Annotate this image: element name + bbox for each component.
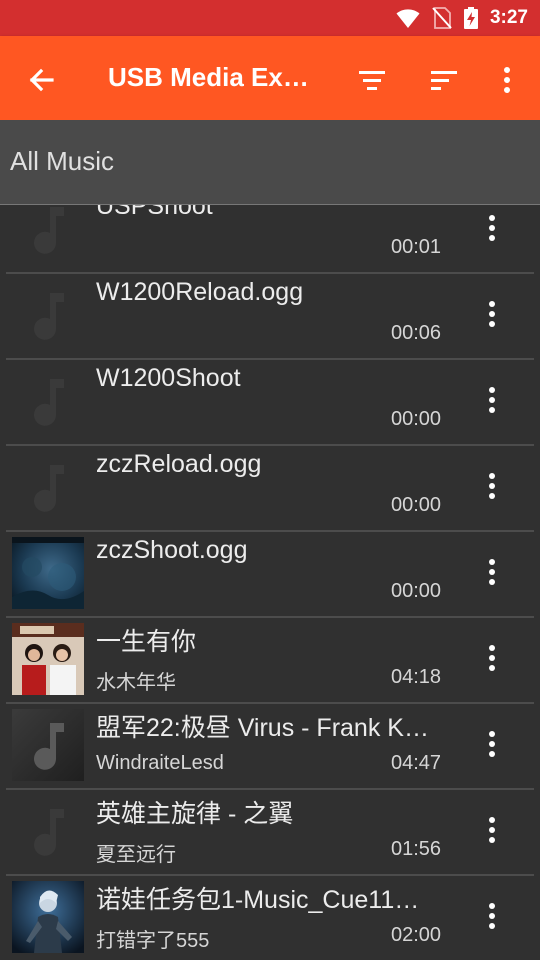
track-title: 一生有你 <box>96 628 197 656</box>
track-more-icon[interactable] <box>474 464 510 508</box>
section-title: All Music <box>10 146 115 176</box>
track-duration: 04:18 <box>391 666 442 688</box>
track-row[interactable]: W1200Reload.ogg 00:06 <box>6 272 534 360</box>
track-row[interactable]: zczShoot.ogg 00:00 <box>6 530 534 618</box>
track-row[interactable]: zczReload.ogg 00:00 <box>6 444 534 532</box>
section-header: All Music <box>0 120 540 205</box>
track-title: 英雄主旋律 - 之翼 <box>96 800 294 828</box>
track-more-icon[interactable] <box>474 894 510 938</box>
sort-icon[interactable] <box>424 60 464 100</box>
track-title: W1200Reload.ogg <box>96 278 304 306</box>
track-title: zczShoot.ogg <box>96 536 248 564</box>
track-more-icon[interactable] <box>474 378 510 422</box>
track-title: USPShoot <box>96 205 213 220</box>
track-artist: WindraiteLesd <box>96 752 224 774</box>
more-vert-icon[interactable] <box>487 60 527 100</box>
music-note-icon <box>12 205 84 265</box>
app-title: USB Media Ex… <box>108 62 309 92</box>
track-artist: 打错字了555 <box>96 930 210 952</box>
track-more-icon[interactable] <box>474 808 510 852</box>
track-duration: 02:00 <box>391 924 442 946</box>
track-title: zczReload.ogg <box>96 450 262 478</box>
track-more-icon[interactable] <box>474 292 510 336</box>
battery-charging-icon <box>463 7 478 29</box>
album-art <box>12 709 84 781</box>
track-list[interactable]: USPShoot 00:01 W1200Reload.ogg 00:06 W12… <box>0 205 540 960</box>
album-art <box>12 623 84 695</box>
track-title: W1200Shoot <box>96 364 241 392</box>
track-row[interactable]: USPShoot 00:01 <box>6 205 534 274</box>
music-note-icon <box>12 451 84 523</box>
track-row[interactable]: 盟军22:极昼 Virus - Frank K… WindraiteLesd 0… <box>6 702 534 790</box>
arrow-back-icon[interactable] <box>22 60 62 100</box>
music-note-icon <box>12 279 84 351</box>
track-more-icon[interactable] <box>474 550 510 594</box>
track-duration: 00:00 <box>391 580 442 602</box>
music-note-icon <box>12 365 84 437</box>
track-more-icon[interactable] <box>474 206 510 250</box>
track-duration: 04:47 <box>391 752 442 774</box>
wifi-icon <box>396 9 420 28</box>
track-artist: 夏至远行 <box>96 844 176 866</box>
no-sim-icon <box>432 7 452 29</box>
filter-icon[interactable] <box>352 60 392 100</box>
track-more-icon[interactable] <box>474 722 510 766</box>
track-duration: 00:00 <box>391 494 442 516</box>
track-duration: 01:56 <box>391 838 442 860</box>
track-more-icon[interactable] <box>474 636 510 680</box>
track-title: 诺娃任务包1-Music_Cue11… <box>96 886 420 914</box>
app-bar: USB Media Ex… <box>0 36 540 120</box>
music-note-icon <box>12 795 84 867</box>
track-row[interactable]: 一生有你 水木年华 04:18 <box>6 616 534 704</box>
status-bar: 3:27 <box>0 0 540 36</box>
track-row[interactable]: 英雄主旋律 - 之翼 夏至远行 01:56 <box>6 788 534 876</box>
album-art <box>12 881 84 953</box>
track-row[interactable]: W1200Shoot 00:00 <box>6 358 534 446</box>
track-duration: 00:01 <box>391 236 442 258</box>
album-art <box>12 537 84 609</box>
track-artist: 水木年华 <box>96 672 176 694</box>
clock: 3:27 <box>489 7 528 28</box>
track-row[interactable]: 诺娃任务包1-Music_Cue11… 打错字了555 02:00 <box>6 874 534 960</box>
track-duration: 00:00 <box>391 408 442 430</box>
track-duration: 00:06 <box>391 322 442 344</box>
track-title: 盟军22:极昼 Virus - Frank K… <box>96 714 429 742</box>
